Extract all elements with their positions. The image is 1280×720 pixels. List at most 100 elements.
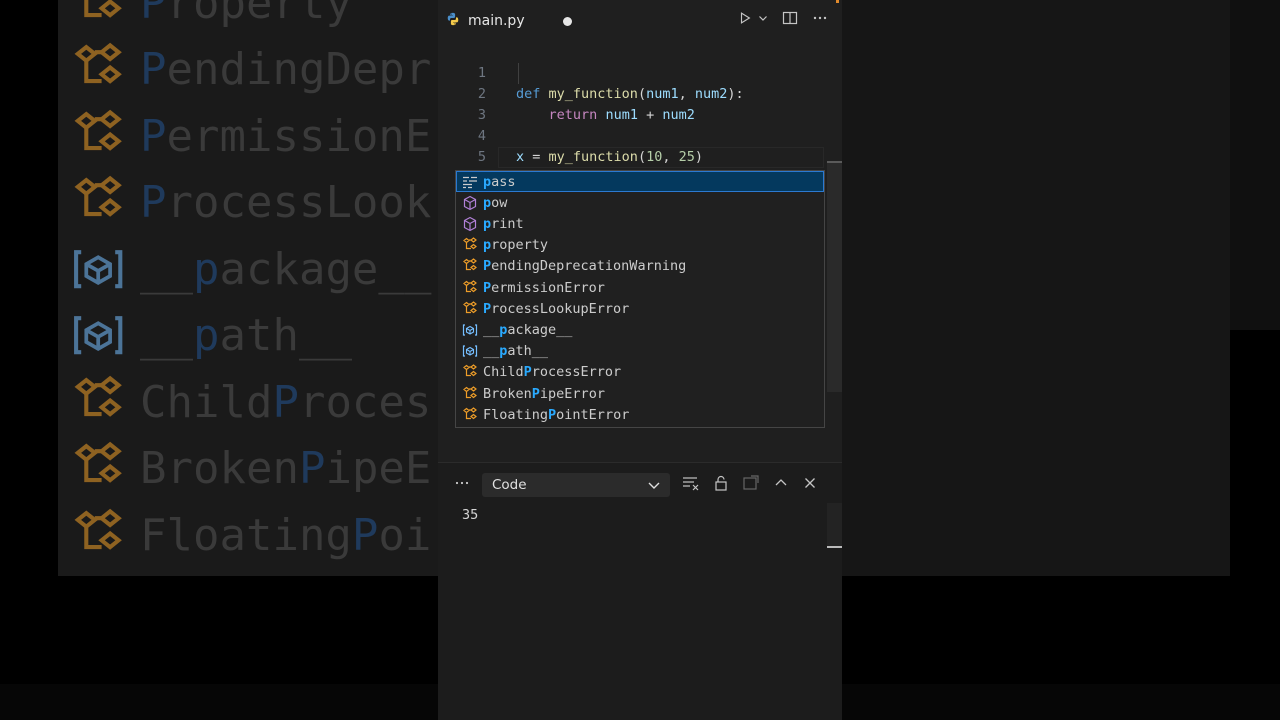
code-line-2[interactable]: 2 return num1 + num2 [438, 63, 842, 123]
suggestion-item[interactable]: __path__ [456, 341, 824, 362]
editor-actions [738, 10, 828, 26]
background-row-text: Property [140, 0, 352, 29]
notification-dot [836, 0, 839, 3]
background-row-text: BrokenPipeE [140, 443, 432, 494]
variable-icon [68, 308, 128, 362]
panel-scrollbar[interactable] [827, 503, 842, 547]
background-row-text: ChildProces [140, 376, 432, 428]
suggestion-label: FloatingPointError [483, 406, 630, 423]
class-icon [460, 237, 480, 253]
suggestion-item[interactable]: property [456, 235, 824, 256]
more-actions-icon[interactable] [812, 10, 828, 26]
background-row: __package__ [68, 234, 431, 304]
tab-main-py[interactable]: main.py [446, 8, 572, 34]
suggestion-item[interactable]: PermissionError [456, 277, 824, 298]
class-icon [68, 109, 128, 163]
background-row: PendingDepr [68, 35, 431, 105]
match-highlight: P [483, 258, 492, 275]
suggestion-label: PendingDeprecationWarning [483, 258, 687, 275]
clear-output-icon[interactable] [682, 475, 700, 491]
suggestion-item[interactable]: ProcessLookupError [456, 298, 824, 319]
keyword-icon [460, 174, 480, 190]
suggestion-label: ChildProcessError [483, 364, 622, 381]
suggestion-label: PermissionError [483, 279, 605, 296]
match-highlight: p [483, 173, 492, 190]
code-line-4[interactable]: 4 x = my_function(10, 25) [438, 105, 842, 165]
background-row: ChildProces [68, 367, 431, 437]
class-icon [460, 385, 480, 402]
unsaved-dot-icon[interactable] [562, 16, 572, 26]
class-icon [68, 508, 128, 562]
background-row: PermissionE [68, 101, 431, 171]
suggestion-item[interactable]: print [456, 213, 824, 234]
suggestion-label: __package__ [483, 321, 573, 338]
background-row: __path__ [68, 301, 352, 371]
panel-scrollbar-marker [827, 546, 842, 548]
panel-more-icon[interactable] [454, 475, 470, 495]
class-icon [68, 441, 128, 495]
chevron-up-icon[interactable] [773, 475, 789, 491]
match-highlight: P [523, 364, 532, 381]
background-row: BrokenPipeE [68, 434, 431, 504]
tab-label: main.py [468, 13, 525, 29]
suggestion-label: print [483, 215, 524, 232]
background-row-text: ProcessLook [140, 177, 432, 228]
tab-bar: main.py [438, 0, 842, 42]
run-icon[interactable] [738, 11, 768, 25]
suggestion-item[interactable]: pow [456, 192, 824, 213]
suggestion-item[interactable]: pass [456, 171, 824, 192]
code-line-6[interactable]: 6 p [438, 147, 842, 207]
code-line-3[interactable]: 3 [438, 84, 842, 123]
match-highlight: P [548, 406, 557, 423]
variable-icon [460, 343, 480, 359]
lock-icon[interactable] [713, 475, 729, 491]
match-highlight: p [483, 194, 492, 211]
match-highlight: P [483, 300, 492, 317]
background-row: ProcessLook [68, 168, 431, 238]
class-icon [460, 279, 480, 296]
match-highlight: p [483, 237, 492, 254]
method-icon [460, 216, 480, 232]
suggestion-item[interactable]: BrokenPipeError [456, 383, 824, 404]
suggestion-item[interactable]: ChildProcessError [456, 362, 824, 383]
suggestion-label: ProcessLookupError [483, 300, 630, 317]
background-row-text: __package__ [140, 243, 432, 295]
suggestion-item[interactable]: __package__ [456, 319, 824, 340]
python-icon [446, 12, 460, 30]
split-editor-icon[interactable] [782, 10, 798, 26]
match-highlight: P [531, 385, 540, 402]
editor-scrollbar[interactable] [827, 162, 842, 392]
suggestion-label: pass [483, 173, 516, 190]
class-icon [460, 364, 480, 380]
background-right-panel [842, 0, 1230, 576]
output-channel-value: Code [492, 477, 527, 493]
suggestion-label: __path__ [483, 343, 549, 360]
code-line-1[interactable]: 1 def my_function(num1, num2): [438, 42, 842, 102]
output-channel-select[interactable]: Code [482, 473, 670, 497]
output-text: 35 [462, 507, 479, 523]
close-icon[interactable] [802, 475, 818, 491]
suggestion-item[interactable]: FloatingPointError [456, 404, 824, 425]
class-icon [460, 258, 480, 274]
output-panel: Code 35 [438, 462, 842, 720]
background-zoomed-suggestions: Property PendingDepr PermissionE ProcessLoo… [58, 0, 438, 576]
class-icon [460, 300, 480, 317]
class-icon [68, 0, 128, 30]
background-row-text: PermissionE [140, 110, 432, 162]
class-icon [460, 406, 480, 423]
maximize-panel-icon[interactable] [742, 475, 760, 491]
suggestion-widget: pass pow print property PendingDeprecationWa… [455, 170, 825, 428]
background-row: Property [68, 0, 352, 38]
code-line-5[interactable]: 5 [438, 126, 842, 165]
match-highlight: p [483, 215, 492, 232]
class-icon [68, 175, 128, 229]
chevron-down-icon [646, 477, 662, 497]
method-icon [460, 195, 480, 211]
variable-icon [460, 322, 480, 338]
background-row: FloatingPoi [68, 500, 431, 570]
class-icon [68, 42, 128, 96]
background-right-bar [1230, 0, 1280, 330]
run-dropdown-icon [759, 16, 767, 21]
suggestion-item[interactable]: PendingDeprecationWarning [456, 256, 824, 277]
variable-icon [68, 242, 128, 296]
